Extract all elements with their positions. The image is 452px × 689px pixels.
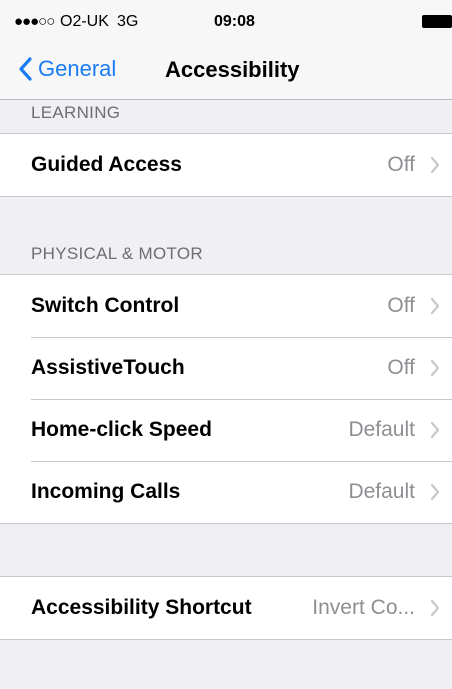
status-bar: ●●●○○ O2-UK 3G 09:08 [0,0,452,40]
section-header-physical-motor: PHYSICAL & MOTOR [31,244,204,263]
row-label: Accessibility Shortcut [31,596,252,619]
row-value: Default [348,418,415,441]
chevron-right-icon [430,483,440,501]
row-label: Guided Access [31,153,182,176]
row-label: Home-click Speed [31,418,212,441]
row-value: Off [387,153,415,176]
chevron-right-icon [430,359,440,377]
row-guided-access[interactable]: Guided Access Off [0,134,452,196]
row-assistivetouch[interactable]: AssistiveTouch Off [0,337,452,399]
back-button-label: General [38,56,117,81]
chevron-right-icon [430,421,440,439]
group-physical-motor: Switch Control Off AssistiveTouch Off Ho… [0,274,452,524]
status-time: 09:08 [214,13,255,30]
group-learning: Guided Access Off [0,133,452,197]
row-value: Default [348,480,415,503]
chevron-right-icon [430,156,440,174]
row-home-click-speed[interactable]: Home-click Speed Default [0,399,452,461]
row-label: Incoming Calls [31,480,181,503]
group-shortcut: Accessibility Shortcut Invert Co... [0,576,452,640]
row-value: Off [387,294,415,317]
row-label: AssistiveTouch [31,356,185,379]
page-title: Accessibility [165,57,300,82]
row-label: Switch Control [31,294,180,317]
row-value: Off [387,356,415,379]
row-incoming-calls[interactable]: Incoming Calls Default [0,461,452,523]
back-button[interactable]: General [18,55,116,83]
carrier-name: O2-UK [60,13,109,30]
chevron-right-icon [430,297,440,315]
signal-strength-icon: ●●●○○ [14,13,55,30]
chevron-left-icon [19,57,32,81]
battery-icon [422,15,452,28]
section-header-learning: LEARNING [31,103,121,122]
navigation-bar: General Accessibility [0,44,452,94]
network-type: 3G [117,13,139,30]
chevron-right-icon [430,599,440,617]
row-switch-control[interactable]: Switch Control Off [0,275,452,337]
row-value: Invert Co... [312,596,415,619]
row-accessibility-shortcut[interactable]: Accessibility Shortcut Invert Co... [0,577,452,639]
top-bar: ●●●○○ O2-UK 3G 09:08 General Accessibili… [0,0,452,100]
